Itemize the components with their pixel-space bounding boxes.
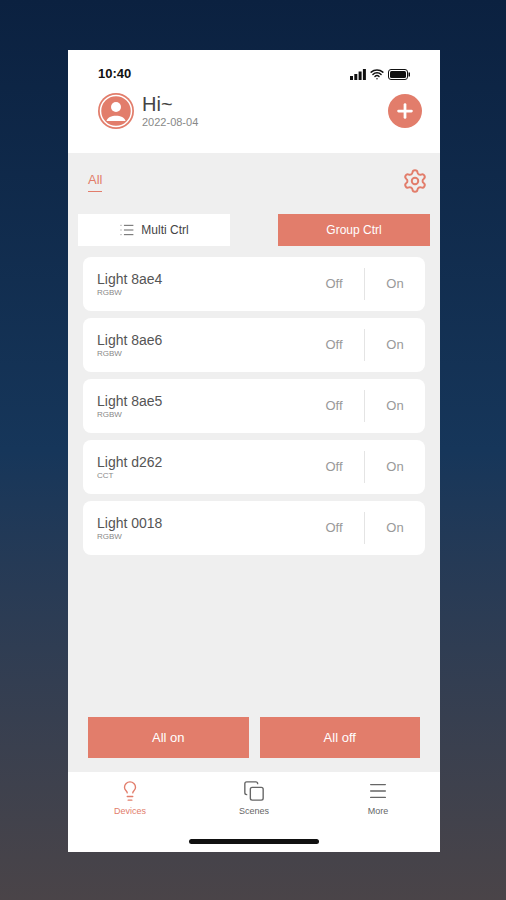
- status-time: 10:40: [98, 64, 131, 84]
- divider: [364, 390, 365, 422]
- on-button[interactable]: On: [365, 518, 425, 538]
- on-button[interactable]: On: [365, 274, 425, 294]
- light-name: Light 8ae4: [97, 272, 304, 286]
- light-list: Light 8ae4RGBWOffOnLight 8ae6RGBWOffOnLi…: [68, 257, 440, 555]
- light-row[interactable]: Light 0018 RGBWOffOn: [83, 501, 425, 555]
- light-type: CCT: [97, 472, 304, 480]
- nav-item[interactable]: Scenes: [192, 780, 316, 819]
- light-row[interactable]: Light 8ae6 RGBWOffOn: [83, 318, 425, 372]
- action-button[interactable]: All off: [260, 717, 421, 758]
- off-button[interactable]: Off: [304, 396, 364, 416]
- control-button[interactable]: Multi Ctrl: [78, 214, 230, 246]
- list-icon: [119, 222, 135, 238]
- light-name: Light 0018: [97, 516, 304, 530]
- status-bar: 10:40: [98, 64, 410, 84]
- light-row[interactable]: Light 8ae5 RGBWOffOn: [83, 379, 425, 433]
- wifi-icon: [370, 67, 384, 81]
- light-name: Light 8ae5: [97, 394, 304, 408]
- tab[interactable]: All: [88, 170, 102, 192]
- scenes-icon: [243, 780, 265, 802]
- bottom-nav: DevicesScenesMore: [68, 772, 440, 852]
- off-button[interactable]: Off: [304, 274, 364, 294]
- divider: [364, 329, 365, 361]
- bulb-icon: [119, 780, 141, 802]
- battery-icon: [388, 69, 410, 80]
- light-name: Light 8ae6: [97, 333, 304, 347]
- nav-item[interactable]: Devices: [68, 780, 192, 819]
- light-row[interactable]: Light d262 CCTOffOn: [83, 440, 425, 494]
- screen-background: 10:40 Hi~ 2022-08-04 All Multi Ctrl Group Ctr…: [0, 0, 506, 900]
- divider: [364, 512, 365, 544]
- light-type: RGBW: [97, 411, 304, 419]
- menu-icon: [367, 780, 389, 802]
- light-name: Light d262: [97, 455, 304, 469]
- date: 2022-08-04: [142, 117, 198, 128]
- off-button[interactable]: Off: [304, 335, 364, 355]
- action-button[interactable]: All on: [88, 717, 249, 758]
- on-button[interactable]: On: [365, 396, 425, 416]
- status-icons: [350, 67, 410, 81]
- on-button[interactable]: On: [365, 335, 425, 355]
- off-button[interactable]: Off: [304, 518, 364, 538]
- greeting: Hi~: [142, 94, 198, 114]
- avatar-icon[interactable]: [98, 93, 134, 129]
- gear-icon[interactable]: [402, 168, 428, 194]
- home-indicator: [189, 839, 319, 844]
- add-button[interactable]: [388, 94, 422, 128]
- content: AllMulti CtrlGroup CtrlLight 8ae4RGBWOff…: [68, 153, 440, 772]
- off-button[interactable]: Off: [304, 457, 364, 477]
- signal-icon: [350, 69, 366, 80]
- divider: [364, 268, 365, 300]
- light-type: RGBW: [97, 289, 304, 297]
- control-button[interactable]: Group Ctrl: [278, 214, 430, 246]
- on-button[interactable]: On: [365, 457, 425, 477]
- light-type: RGBW: [97, 350, 304, 358]
- light-row[interactable]: Light 8ae4 RGBWOffOn: [83, 257, 425, 311]
- plus-icon: [394, 100, 416, 122]
- header: 10:40 Hi~ 2022-08-04: [68, 50, 440, 153]
- nav-item[interactable]: More: [316, 780, 440, 819]
- light-type: RGBW: [97, 533, 304, 541]
- phone-screen: 10:40 Hi~ 2022-08-04 All Multi Ctrl Group Ctr…: [68, 50, 440, 852]
- divider: [364, 451, 365, 483]
